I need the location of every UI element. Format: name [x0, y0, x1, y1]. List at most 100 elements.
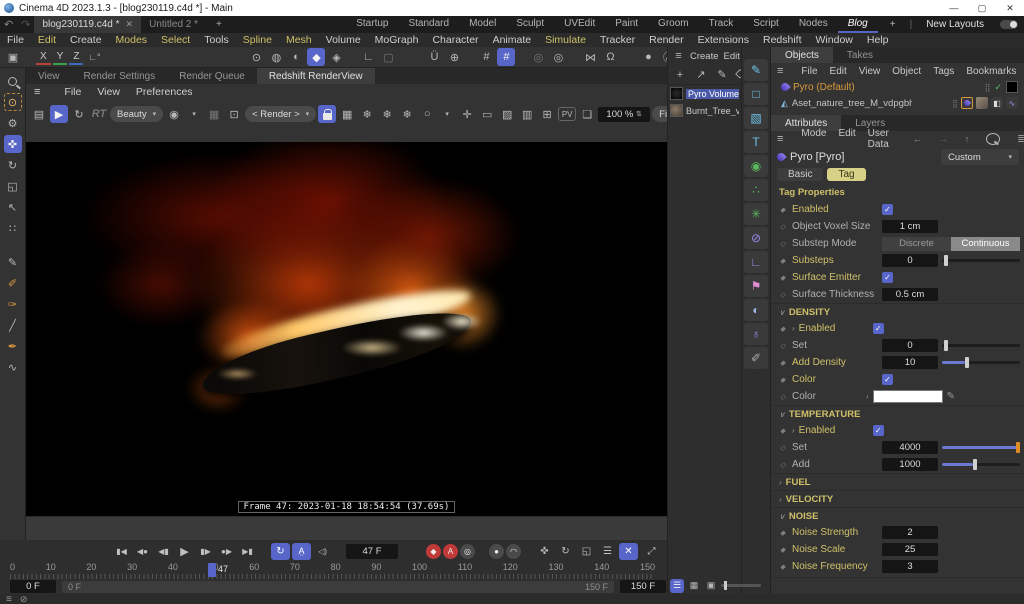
material-tag-swatch[interactable]: [1006, 81, 1018, 93]
grid-view-icon[interactable]: ▦: [687, 579, 701, 593]
menu-edit[interactable]: Edit: [31, 34, 63, 46]
forward-icon[interactable]: →: [933, 134, 954, 144]
snap-icon[interactable]: #: [497, 48, 515, 66]
snapshot-b-icon[interactable]: ❄: [378, 105, 396, 123]
spline-pen-icon[interactable]: ✎: [744, 59, 768, 81]
aov-dropdown[interactable]: Beauty▾: [110, 106, 163, 122]
temperature-set-field[interactable]: 4000: [882, 441, 938, 454]
render-nav-dropdown[interactable]: < Render >▾: [245, 106, 316, 122]
menu-redshift[interactable]: Redshift: [756, 34, 809, 46]
density-set-field[interactable]: 0: [882, 339, 938, 352]
close-button[interactable]: ✕: [996, 3, 1024, 14]
simulate-scene-icon[interactable]: ●: [639, 48, 657, 66]
substeps-slider[interactable]: [942, 254, 1020, 267]
polygons-mode-icon[interactable]: ◆: [307, 48, 325, 66]
key-pla-icon[interactable]: ✕: [619, 543, 638, 560]
spline-point-pen-icon[interactable]: ✑: [4, 295, 22, 313]
material-item-burnt-tree[interactable]: Burnt_Tree_vdpgbhfva: [668, 102, 741, 119]
objects-menu-file[interactable]: File: [795, 66, 823, 77]
temperature-add-field[interactable]: 1000: [882, 458, 938, 471]
tab-tag[interactable]: Tag: [827, 168, 865, 181]
temperature-set-slider[interactable]: [942, 441, 1020, 454]
next-frame-icon[interactable]: ▮▶: [196, 543, 215, 560]
list-view-icon[interactable]: ☰: [670, 579, 684, 593]
next-key-icon[interactable]: ●▶: [217, 543, 236, 560]
panel-tab-render-queue[interactable]: Render Queue: [167, 68, 257, 84]
key-rotation-icon[interactable]: ↻: [556, 543, 575, 560]
display-tag-icon[interactable]: ◧: [991, 97, 1003, 109]
preset-dropdown[interactable]: Custom▾: [941, 149, 1019, 165]
key-scale-icon[interactable]: ◱: [577, 543, 596, 560]
prev-key-icon[interactable]: ◀●: [133, 543, 152, 560]
temperature-add-slider[interactable]: [942, 458, 1020, 471]
volume-mesher-icon[interactable]: ✐: [744, 347, 768, 369]
key-parameter-icon[interactable]: ☰: [598, 543, 617, 560]
layout-tab-script[interactable]: Script: [743, 16, 789, 33]
text-object-icon[interactable]: T: [744, 131, 768, 153]
live-selection-icon[interactable]: ⊙: [4, 93, 22, 111]
menu-select[interactable]: Select: [154, 34, 197, 46]
enabled-checkbox[interactable]: [882, 204, 893, 215]
capsule-sim-icon[interactable]: ⊘: [744, 227, 768, 249]
brush-tool-icon[interactable]: ╱: [4, 316, 22, 334]
add-layout-button[interactable]: +: [880, 17, 906, 32]
voxel-size-field[interactable]: 1 cm: [882, 220, 938, 233]
pick-material-icon[interactable]: ✎: [713, 66, 731, 84]
region-render-icon[interactable]: ▭: [478, 105, 496, 123]
x-axis-lock-button[interactable]: X: [36, 49, 51, 65]
section-velocity[interactable]: ›VELOCITY: [771, 490, 1024, 507]
attributes-menu-user-data[interactable]: User Data: [862, 128, 895, 150]
objects-menu-tags[interactable]: Tags: [927, 66, 960, 77]
layout-tab-track[interactable]: Track: [699, 16, 744, 33]
color-picker-icon[interactable]: ✎: [947, 391, 955, 402]
spline-arc-pen-icon[interactable]: ✎: [4, 253, 22, 271]
new-layouts-button[interactable]: New Layouts: [916, 17, 994, 32]
layout-tab-uvedit[interactable]: UVEdit: [554, 16, 605, 33]
menu-character[interactable]: Character: [425, 34, 485, 46]
key-position-icon[interactable]: ✜: [535, 543, 554, 560]
status-stop-icon[interactable]: ⊘: [20, 594, 28, 604]
preview-range-slider[interactable]: 0 F 150 F: [62, 581, 614, 593]
display-mode-arrow-icon[interactable]: ▾: [185, 105, 203, 123]
add-snapshot-icon[interactable]: ⊞: [538, 105, 556, 123]
snapshot-gallery-icon[interactable]: ▥: [518, 105, 536, 123]
prev-frame-icon[interactable]: ◀▮: [154, 543, 173, 560]
back-icon[interactable]: ←: [907, 134, 928, 144]
symmetry-off-icon[interactable]: ◎: [529, 48, 547, 66]
spline-dynamics-icon[interactable]: ∟: [744, 251, 768, 273]
spline-rect-pen-icon[interactable]: ✐: [4, 274, 22, 292]
interface-icon[interactable]: ▣: [4, 48, 22, 66]
layout-tab-groom[interactable]: Groom: [648, 16, 699, 33]
panel-tab-render-settings[interactable]: Render Settings: [72, 68, 168, 84]
y-axis-lock-button[interactable]: Y: [53, 49, 68, 65]
substep-discrete-button[interactable]: Discrete: [882, 237, 951, 251]
renderview-menu-view[interactable]: View: [89, 86, 128, 98]
surface-emitter-checkbox[interactable]: [882, 272, 893, 283]
visibility-dots-icon[interactable]: ⣿: [952, 99, 958, 108]
emitter-stand-icon[interactable]: ♁: [744, 323, 768, 345]
solo-animation-icon[interactable]: ●: [489, 544, 504, 559]
asset-edit-menu[interactable]: Edit: [724, 51, 740, 62]
undo-icon[interactable]: ↶: [0, 18, 17, 31]
object-row-tree[interactable]: ◭ Aset_nature_tree_M_vdpgbhfva_LOD0 ⣿ ◧ …: [771, 95, 1024, 111]
panel-tab-view[interactable]: View: [26, 68, 72, 84]
ghosting-icon[interactable]: ◠: [506, 544, 521, 559]
block-view-icon[interactable]: ▣: [704, 579, 718, 593]
substeps-field[interactable]: 0: [882, 254, 938, 267]
phong-tag-icon[interactable]: ∿: [1006, 97, 1018, 109]
panel-tab-redshift-renderview[interactable]: Redshift RenderView: [257, 68, 375, 84]
edges-mode-icon[interactable]: ◐: [287, 48, 305, 66]
objects-menu-icon[interactable]: ≡: [771, 65, 789, 77]
coordinate-system-icon[interactable]: ∟°: [85, 48, 103, 66]
menu-render[interactable]: Render: [642, 34, 690, 46]
tab-basic[interactable]: Basic: [777, 168, 823, 181]
surface-thickness-field[interactable]: 0.5 cm: [882, 288, 938, 301]
copy-image-icon[interactable]: ❏: [578, 105, 596, 123]
focus-pick-icon[interactable]: ✛: [458, 105, 476, 123]
restart-render-icon[interactable]: ↻: [70, 105, 88, 123]
keyframe-record-icon[interactable]: ◆: [426, 544, 441, 559]
zoom-field[interactable]: 100 % ⇅: [598, 107, 650, 122]
temperature-enabled-checkbox[interactable]: [873, 425, 884, 436]
add-density-slider[interactable]: [942, 356, 1020, 369]
redo-icon[interactable]: ↷: [17, 18, 34, 31]
